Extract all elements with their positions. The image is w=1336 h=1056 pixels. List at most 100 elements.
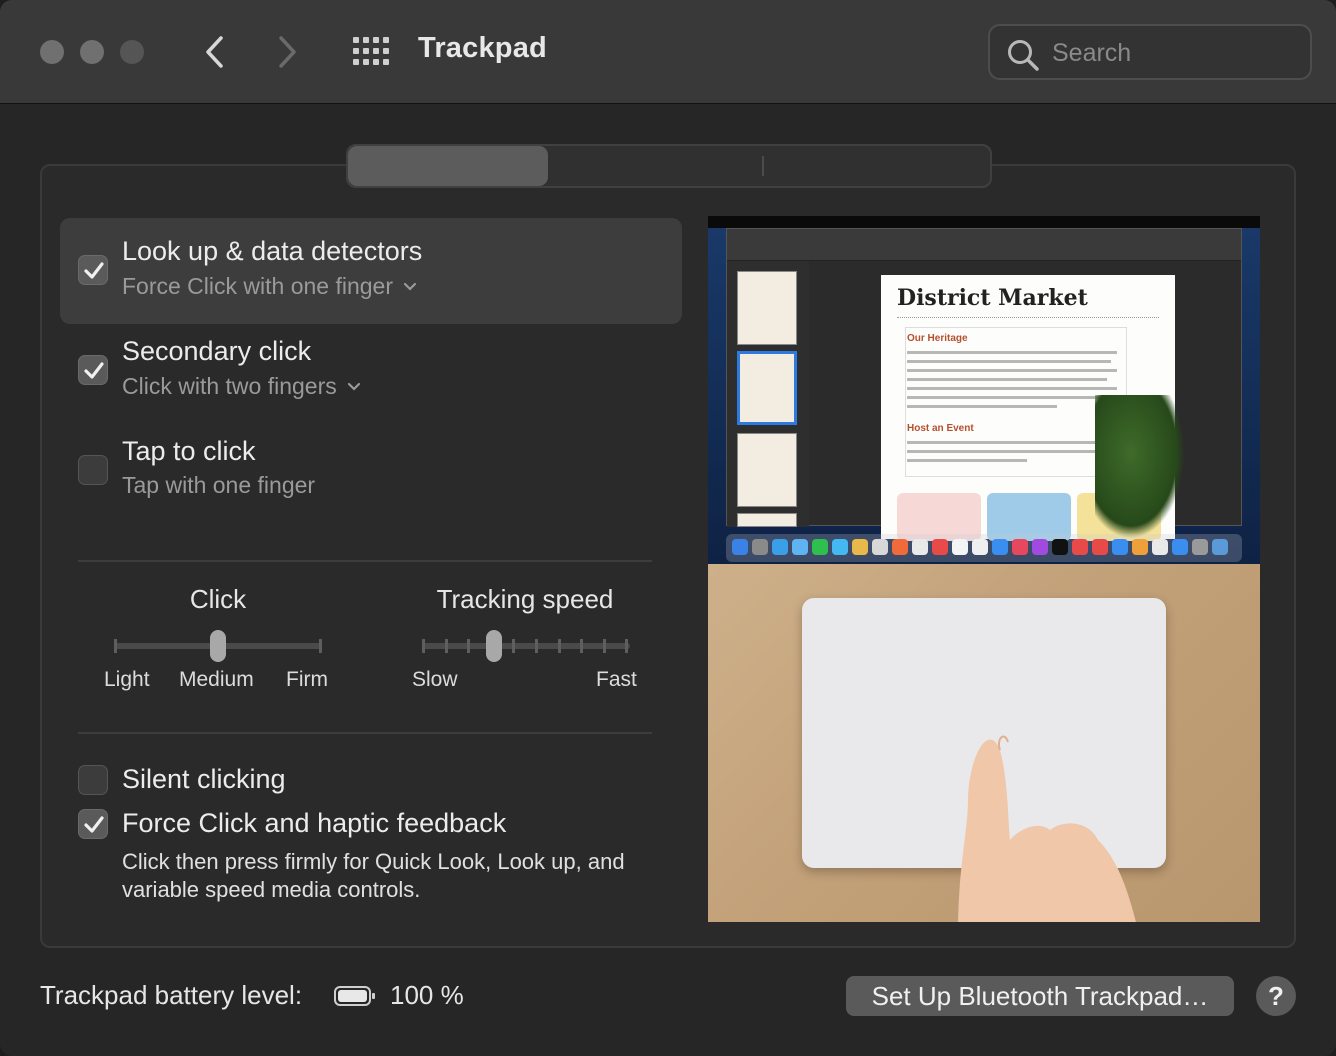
click-tick-light: Light	[104, 668, 150, 691]
preview-thumbnail	[737, 433, 797, 507]
tracking-tick	[580, 639, 584, 653]
preview-doc-line	[907, 459, 1027, 462]
preview-thumbnail-active	[737, 351, 797, 425]
gesture-preview-video: District Market Our Heritage Host an Eve…	[708, 216, 1260, 922]
preview-doc-rule	[897, 317, 1159, 318]
title-bar: Trackpad Search	[0, 0, 1336, 104]
preview-screen: District Market Our Heritage Host an Eve…	[708, 216, 1260, 564]
chevron-down-icon	[347, 382, 360, 391]
force-click-label: Force Click and haptic feedback	[122, 808, 507, 838]
option-tap-to-click[interactable]: Tap to click Tap with one finger	[60, 426, 682, 522]
option-title: Look up & data detectors	[122, 236, 423, 266]
preview-doc-line	[907, 441, 1107, 444]
forward-button[interactable]	[268, 30, 308, 74]
preview-doc-line	[907, 351, 1117, 354]
secondary-click-checkbox[interactable]	[78, 355, 108, 385]
click-tick	[319, 639, 322, 653]
option-title: Tap to click	[122, 436, 256, 466]
preview-thumbnail	[737, 271, 797, 345]
preview-menubar	[708, 216, 1260, 228]
tracking-min-label: Slow	[412, 668, 458, 691]
tracking-tick	[602, 639, 606, 653]
option-subtitle: Force Click with one finger	[122, 273, 393, 299]
hand-icon	[958, 735, 1136, 922]
tracking-tick	[557, 639, 561, 653]
zoom-window-button[interactable]	[120, 40, 144, 64]
tab-bar	[346, 144, 992, 188]
checkmark-icon	[84, 262, 104, 279]
window-title: Trackpad	[418, 32, 547, 64]
secondary-click-dropdown[interactable]: Click with two fingers	[122, 373, 361, 400]
close-window-button[interactable]	[40, 40, 64, 64]
preview-doc-line	[907, 450, 1113, 453]
search-field[interactable]: Search	[988, 24, 1312, 80]
preview-vegetables	[1095, 395, 1185, 539]
preview-doc-line	[907, 360, 1111, 363]
option-secondary-click[interactable]: Secondary click Click with two fingers	[60, 326, 682, 422]
search-placeholder: Search	[1052, 39, 1132, 67]
search-icon	[1008, 40, 1039, 71]
minimize-window-button[interactable]	[80, 40, 104, 64]
show-all-button[interactable]	[350, 32, 390, 72]
preferences-window: Trackpad Search Look up & data detectors…	[0, 0, 1336, 1056]
preview-doc-heading: Host an Event	[907, 423, 974, 434]
tab-point-and-click[interactable]	[348, 146, 548, 186]
silent-clicking-label: Silent clicking	[122, 764, 286, 794]
battery-label: Trackpad battery level:	[40, 980, 303, 1010]
tab-more-gestures[interactable]	[764, 146, 992, 186]
preview-doc-line	[907, 369, 1117, 372]
preview-dock	[726, 534, 1242, 562]
preview-sidebar	[727, 261, 809, 527]
preview-doc-line	[907, 387, 1117, 390]
battery-value: 100 %	[390, 980, 464, 1010]
chevron-down-icon	[403, 282, 417, 291]
force-click-description: Click then press firmly for Quick Look, …	[122, 849, 625, 902]
preview-doc-title: District Market	[897, 285, 1088, 311]
tracking-slider-label: Tracking speed	[436, 584, 614, 614]
preview-doc-line	[907, 405, 1057, 408]
option-look-up[interactable]: Look up & data detectors Force Click wit…	[60, 218, 682, 324]
preview-photo	[708, 564, 1260, 922]
divider	[78, 732, 652, 734]
option-subtitle: Tap with one finger	[122, 472, 316, 498]
tracking-max-label: Fast	[596, 668, 637, 691]
help-button[interactable]: ?	[1256, 976, 1296, 1016]
preview-doc-line	[907, 378, 1107, 381]
preview-doc-line	[907, 396, 1103, 399]
tracking-tick	[625, 639, 629, 653]
tracking-slider-knob[interactable]	[486, 630, 502, 662]
preview-document: District Market Our Heritage Host an Eve…	[881, 275, 1185, 541]
look-up-dropdown[interactable]: Force Click with one finger	[122, 273, 417, 300]
checkmark-icon	[84, 362, 104, 379]
tap-to-click-checkbox[interactable]	[78, 455, 108, 485]
battery-icon	[334, 986, 375, 1006]
tracking-tick	[535, 639, 538, 653]
click-slider-label: Click	[189, 584, 247, 614]
click-tick-firm: Firm	[286, 668, 328, 691]
tracking-tick	[444, 639, 448, 653]
preview-doc-box	[905, 327, 1127, 477]
option-title: Secondary click	[122, 336, 312, 366]
chevron-left-icon	[206, 36, 223, 68]
click-tick	[114, 639, 117, 653]
option-subtitle: Click with two fingers	[122, 373, 337, 399]
force-click-checkbox[interactable]	[78, 809, 108, 839]
look-up-checkbox[interactable]	[78, 255, 108, 285]
click-tick-medium: Medium	[179, 668, 254, 691]
preview-toolbar	[727, 229, 1241, 261]
tracking-slider-track[interactable]	[422, 643, 630, 649]
checkmark-icon	[84, 816, 104, 833]
tracking-tick	[512, 639, 516, 653]
silent-clicking-checkbox[interactable]	[78, 765, 108, 795]
divider	[78, 560, 652, 562]
chevron-right-icon	[279, 36, 296, 68]
click-slider-knob[interactable]	[210, 630, 226, 662]
tab-scroll-and-zoom[interactable]	[550, 146, 762, 186]
preview-thumbnail	[737, 513, 797, 527]
preview-pages-window: District Market Our Heritage Host an Eve…	[726, 228, 1242, 541]
back-button[interactable]	[194, 30, 234, 74]
tracking-tick	[467, 639, 471, 653]
setup-bluetooth-trackpad-button[interactable]: Set Up Bluetooth Trackpad…	[846, 976, 1234, 1016]
tracking-tick	[422, 639, 425, 653]
preview-doc-heading: Our Heritage	[907, 333, 968, 344]
